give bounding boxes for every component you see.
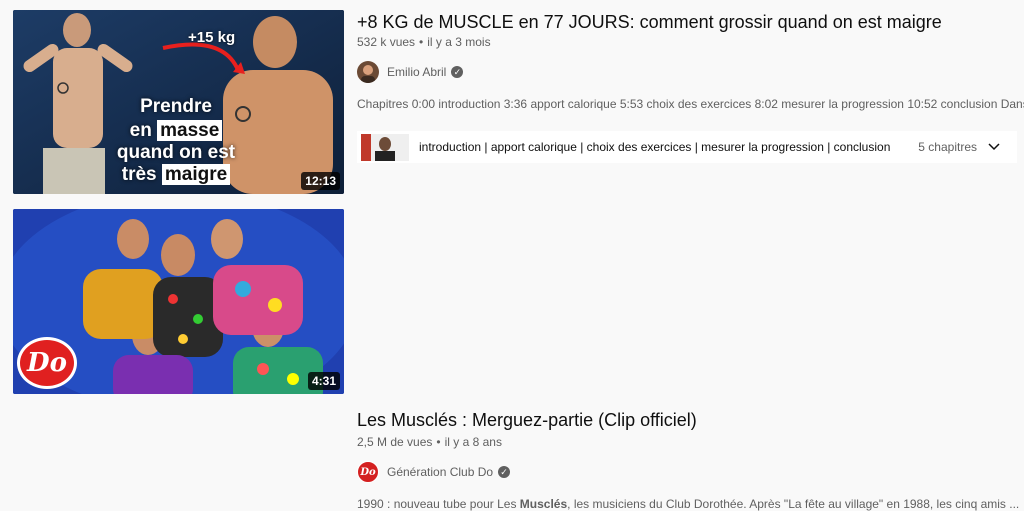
thumbnail-text-word: très (121, 164, 157, 185)
channel-name[interactable]: Génération Club Do (387, 465, 493, 479)
view-count: 532 k vues (357, 35, 416, 49)
video-thumbnail[interactable]: Do 4:31 (13, 209, 344, 394)
video-result: +15 kg Prendre en masse quand on est trè… (0, 0, 1024, 200)
avatar[interactable]: Do (357, 461, 379, 483)
chapter-thumbnail (361, 133, 409, 161)
chevron-down-icon[interactable] (987, 140, 1001, 154)
chapters-count: 5 chapitres (918, 140, 977, 154)
thumbnail-text-line: Prendre (140, 96, 212, 117)
video-title[interactable]: +8 KG de MUSCLE en 77 JOURS: comment gro… (357, 10, 942, 34)
verified-check-icon: ✓ (451, 66, 464, 78)
video-description: 1990 : nouveau tube pour Les Musclés, le… (357, 497, 1019, 511)
chapters-list: introduction | apport calorique | choix … (419, 140, 891, 154)
upload-age: il y a 8 ans (444, 435, 502, 449)
meta-separator: • (419, 35, 424, 49)
chapters-row[interactable]: introduction | apport calorique | choix … (357, 131, 1017, 163)
verified-check-icon: ✓ (498, 466, 511, 478)
thumbnail-text-word: en (129, 120, 152, 141)
thumbnail-text-line: très maigre (101, 164, 251, 186)
thumbnail-text-highlight: maigre (161, 164, 231, 185)
channel-logo: Do (17, 337, 77, 389)
duration-badge: 4:31 (307, 372, 340, 390)
avatar[interactable] (357, 61, 379, 83)
video-meta: 532 k vues • il y a 3 mois (357, 35, 491, 49)
upload-age: il y a 3 mois (427, 35, 491, 49)
video-result: Do 4:31 Les Musclés : Merguez-partie (Cl… (0, 200, 1024, 511)
description-text: , les musiciens du Club Dorothée. Après … (567, 497, 1020, 511)
video-thumbnail[interactable]: +15 kg Prendre en masse quand on est trè… (13, 10, 344, 194)
thumbnail-text-line: quand on est (116, 142, 236, 163)
duration-badge: 12:13 (301, 172, 340, 190)
video-title[interactable]: Les Musclés : Merguez-partie (Clip offic… (357, 408, 697, 432)
channel-name[interactable]: Emilio Abril (387, 65, 446, 79)
description-text: 1990 : nouveau tube pour Les (357, 497, 520, 511)
video-meta: 2,5 M de vues • il y a 8 ans (357, 435, 502, 449)
thumbnail-weight-label: +15 kg (188, 29, 236, 46)
meta-separator: • (436, 435, 441, 449)
description-highlight: Musclés (519, 497, 568, 511)
video-description: Chapitres 0:00 introduction 3:36 apport … (357, 97, 1024, 111)
thumbnail-text-highlight: masse (157, 120, 223, 141)
thumbnail-text-line: en masse (101, 120, 251, 142)
view-count: 2,5 M de vues (357, 435, 433, 449)
channel-link[interactable]: Emilio Abril ✓ (357, 61, 464, 83)
channel-link[interactable]: Do Génération Club Do ✓ (357, 461, 511, 483)
